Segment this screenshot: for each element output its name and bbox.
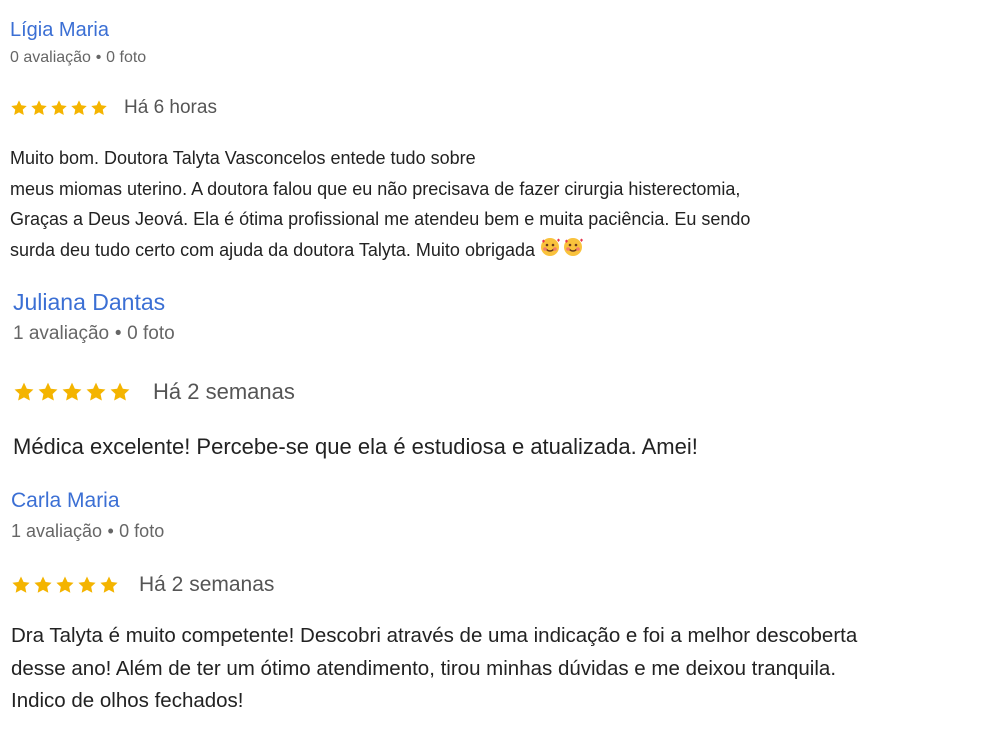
star-icon xyxy=(110,382,130,401)
review-text-line: Médica excelente! Percebe-se que ela é e… xyxy=(13,434,698,459)
star-icon xyxy=(86,382,106,401)
star-rating xyxy=(11,575,119,595)
photos-count: 0 foto xyxy=(119,521,165,541)
meta-separator: • xyxy=(95,49,102,66)
star-icon xyxy=(31,100,47,115)
review-text-line: Graças a Deus Jeová. Ela é ótima profiss… xyxy=(10,209,751,229)
rating-row: Há 2 semanas xyxy=(13,378,295,406)
review-time: Há 2 semanas xyxy=(153,379,295,404)
review-text: Médica excelente! Percebe-se que ela é e… xyxy=(13,432,698,462)
photos-count: 0 foto xyxy=(106,49,147,66)
star-icon xyxy=(38,382,58,401)
review-text-line: surda deu tudo certo com ajuda da doutor… xyxy=(10,235,750,267)
star-icon xyxy=(51,100,67,115)
star-icon xyxy=(62,382,82,401)
reviewer-meta: 1 avaliação • 0 foto xyxy=(11,521,164,542)
review-time: Há 2 semanas xyxy=(139,573,275,596)
star-icon xyxy=(11,100,27,115)
reviewer-name[interactable]: Carla Maria xyxy=(11,489,120,513)
meta-separator: • xyxy=(114,323,122,344)
review-time: Há 6 horas xyxy=(124,97,217,118)
star-icon xyxy=(56,576,74,593)
reviewer-meta: 1 avaliação • 0 foto xyxy=(13,323,175,345)
meta-separator: • xyxy=(107,521,114,541)
reviews-count: 0 avaliação xyxy=(10,49,91,66)
star-icon xyxy=(14,382,34,401)
review-text: Muito bom. Doutora Talyta Vasconcelos en… xyxy=(10,143,750,266)
reviewer-name[interactable]: Juliana Dantas xyxy=(13,289,165,316)
review-text-line: Indico de olhos fechados! xyxy=(11,689,244,712)
star-icon xyxy=(71,100,87,115)
photos-count: 0 foto xyxy=(127,323,175,344)
review-text: Dra Talyta é muito competente! Descobri … xyxy=(11,620,857,718)
reviews-count: 1 avaliação xyxy=(11,521,103,541)
star-rating xyxy=(10,99,108,117)
star-icon xyxy=(12,576,30,593)
star-icon xyxy=(91,100,107,115)
star-rating xyxy=(13,381,131,403)
reviewer-meta: 0 avaliação • 0 foto xyxy=(10,49,146,67)
review-text-line: meus miomas uterino. A doutora falou que… xyxy=(10,178,741,199)
review-text-line-content: surda deu tudo certo com ajuda da doutor… xyxy=(10,239,536,260)
star-icon xyxy=(34,576,52,593)
rating-row: Há 2 semanas xyxy=(11,572,274,598)
smiling-face-with-hearts-emoji xyxy=(540,236,584,267)
review-text-line: Dra Talyta é muito competente! Descobri … xyxy=(11,624,858,647)
star-icon xyxy=(78,576,96,593)
review-text-line: Muito bom. Doutora Talyta Vasconcelos en… xyxy=(10,148,476,168)
review-text-line: desse ano! Além de ter um ótimo atendime… xyxy=(11,656,837,680)
star-icon xyxy=(100,576,118,593)
rating-row: Há 6 horas xyxy=(10,96,217,120)
reviewer-name[interactable]: Lígia Maria xyxy=(10,19,109,42)
reviews-count: 1 avaliação xyxy=(13,323,110,344)
